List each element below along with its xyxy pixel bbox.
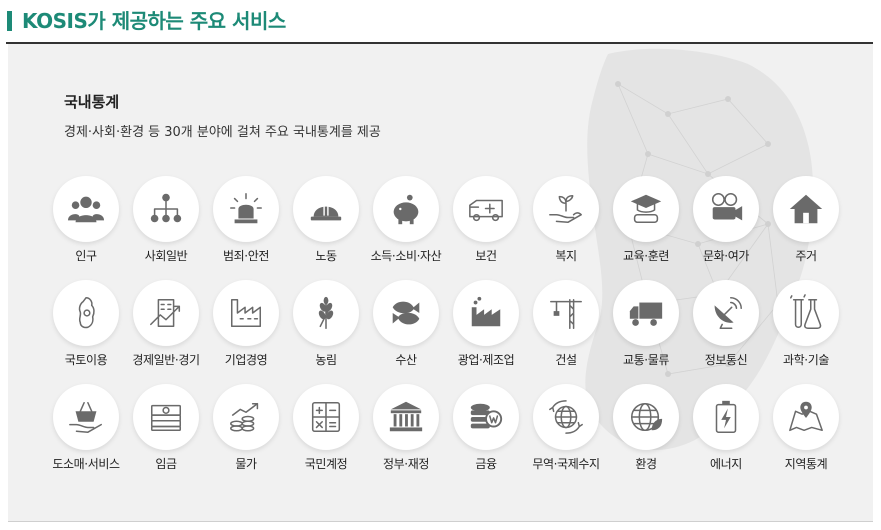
truck-icon	[629, 302, 663, 326]
category-item-business[interactable]: 기업경영	[206, 280, 286, 380]
hard-hat-icon	[310, 204, 342, 221]
ambulance-icon	[469, 199, 503, 222]
wheat-icon	[318, 296, 334, 329]
category-item-national-accounts[interactable]: 국민계정	[286, 384, 366, 484]
category-item-population[interactable]: 인구	[46, 176, 126, 276]
category-item-housing[interactable]: 주거	[766, 176, 846, 276]
section-header: KOSIS가 제공하는 주요 서비스	[0, 0, 881, 44]
category-item-construction[interactable]: 건설	[526, 280, 606, 380]
flask-icon	[790, 294, 822, 329]
category-item-welfare[interactable]: 복지	[526, 176, 606, 276]
shopping-basket-icon	[69, 401, 102, 433]
header-accent-bar	[7, 11, 12, 31]
globe-leaf-icon	[630, 402, 663, 432]
fish-icon	[392, 301, 420, 325]
film-camera-icon	[711, 193, 743, 221]
category-item-fisheries[interactable]: 수산	[366, 280, 446, 380]
building-chart-icon	[150, 298, 181, 328]
coin-stack-icon	[470, 403, 503, 429]
hand-sprout-icon	[549, 194, 582, 224]
category-item-government[interactable]: 정부·재정	[366, 384, 446, 484]
factory-outline-icon	[230, 298, 262, 328]
category-item-regional[interactable]: 지역통계	[766, 384, 846, 484]
category-item-agriculture[interactable]: 농림	[286, 280, 366, 380]
page-title: KOSIS가 제공하는 주요 서비스	[22, 9, 286, 33]
category-item-crime-safety[interactable]: 범죄·안전	[206, 176, 286, 276]
category-item-education[interactable]: 교육·훈련	[606, 176, 686, 276]
category-item-prices[interactable]: 물가	[206, 384, 286, 484]
category-item-energy[interactable]: 에너지	[686, 384, 766, 484]
battery-icon	[715, 400, 737, 433]
category-item-manufacturing[interactable]: 광업·제조업	[446, 280, 526, 380]
graduation-cap-icon	[630, 194, 662, 224]
category-item-environment[interactable]: 환경	[606, 384, 686, 484]
category-item-wages[interactable]: 임금	[126, 384, 206, 484]
category-item-retail[interactable]: 도소매·서비스	[46, 384, 126, 484]
org-chart-icon	[150, 193, 182, 223]
service-panel: 국내통계 경제·사회·환경 등 30개 분야에 걸쳐 주요 국내통계를 제공 인…	[8, 44, 873, 522]
government-building-icon	[389, 401, 423, 432]
category-item-health[interactable]: 보건	[446, 176, 526, 276]
coins-chart-icon	[230, 402, 259, 432]
category-item-transport[interactable]: 교통·물류	[606, 280, 686, 380]
category-item-culture[interactable]: 문화·여가	[686, 176, 766, 276]
category-item-finance[interactable]: 금융	[446, 384, 526, 484]
category-item-labor[interactable]: 노동	[286, 176, 366, 276]
globe-arrows-icon	[549, 400, 583, 434]
population-icon	[67, 196, 105, 223]
category-item-society[interactable]: 사회일반	[126, 176, 206, 276]
category-item-income[interactable]: 소득·소비·자산	[366, 176, 446, 276]
factory-icon	[471, 296, 501, 327]
panel-bottom-divider	[8, 521, 873, 522]
category-item-ict[interactable]: 정보통신	[686, 280, 766, 380]
category-item-science[interactable]: 과학·기술	[766, 280, 846, 380]
category-label: 지역통계	[784, 457, 828, 471]
house-icon	[789, 194, 823, 224]
crane-icon	[550, 298, 582, 329]
piggy-bank-icon	[393, 194, 419, 225]
category-label: 과학·기술	[783, 353, 829, 367]
cash-stack-icon	[150, 404, 182, 432]
satellite-dish-icon	[714, 297, 742, 329]
siren-icon	[230, 193, 262, 224]
category-item-trade[interactable]: 무역·국제수지	[526, 384, 606, 484]
korea-map-icon	[78, 297, 95, 329]
category-item-economy[interactable]: 경제일반·경기	[126, 280, 206, 380]
map-pin-icon	[789, 401, 823, 432]
category-label: 주거	[795, 249, 817, 263]
section-description: 경제·사회·환경 등 30개 분야에 걸쳐 주요 국내통계를 제공	[64, 125, 381, 140]
section-title: 국내통계	[64, 93, 120, 111]
calculator-icon	[311, 401, 341, 433]
category-item-land-use[interactable]: 국토이용	[46, 280, 126, 380]
category-grid: 인구 사회일반 범죄·안전 노동 소득·소비·자산 보건 복지 교육·훈련 문화…	[46, 176, 852, 476]
